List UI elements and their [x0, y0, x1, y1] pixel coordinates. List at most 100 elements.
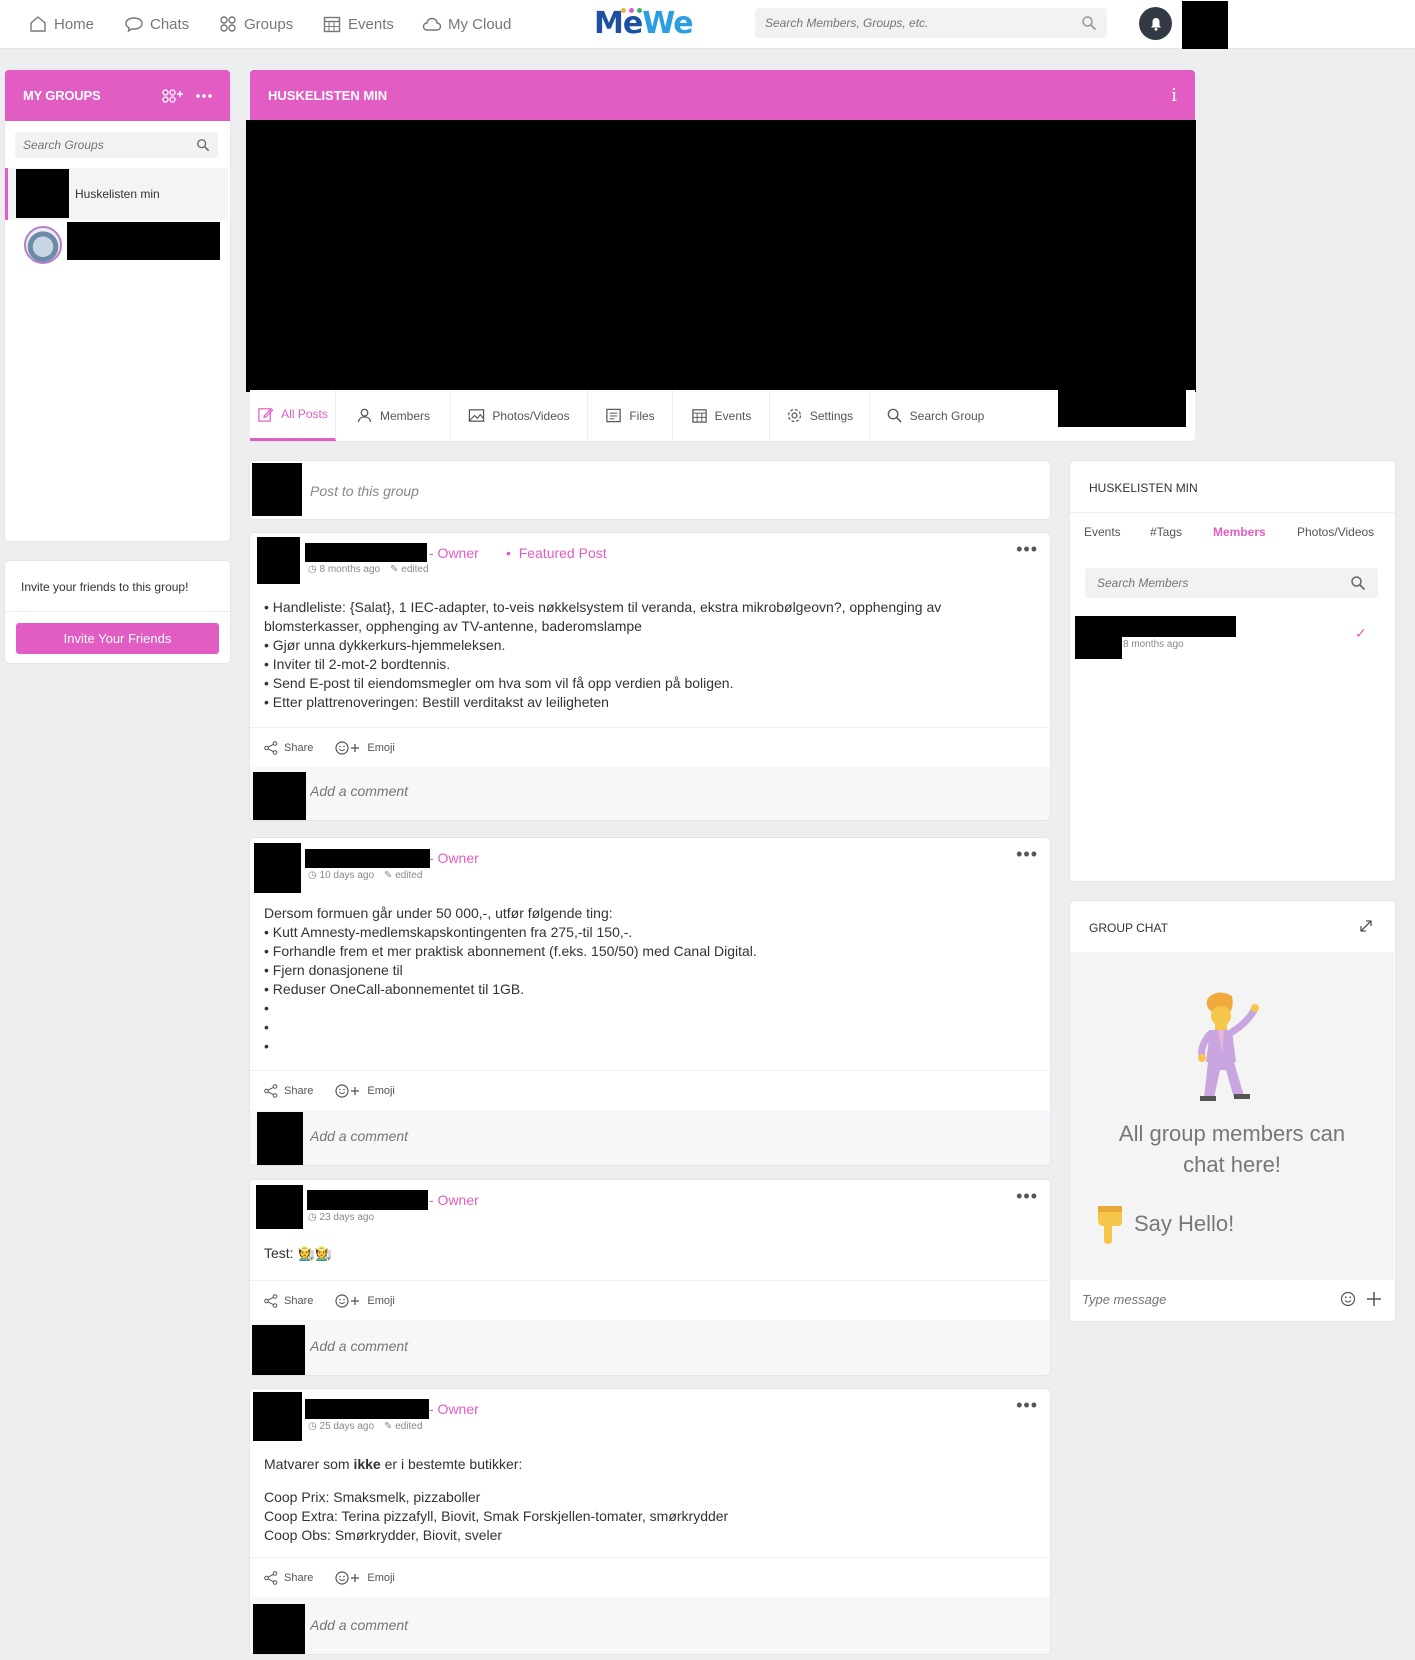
add-emoji-icon	[335, 1293, 360, 1308]
post-author-name[interactable]	[305, 1399, 429, 1419]
share-button[interactable]: Share	[264, 1293, 313, 1308]
notifications-button[interactable]	[1139, 7, 1172, 40]
rp-tab-tags[interactable]: #Tags	[1150, 525, 1182, 539]
emoji-button[interactable]: Emoji	[335, 740, 395, 755]
post-line: Coop Obs: Smørkrydder, Biovit, sveler	[264, 1527, 503, 1543]
tab-settings[interactable]: Settings	[770, 390, 870, 441]
image-icon	[469, 409, 485, 422]
chat-area: All group members can chat here! Say Hel…	[1070, 952, 1394, 1280]
expand-icon[interactable]	[1359, 919, 1373, 933]
share-label: Share	[284, 1084, 314, 1097]
post-time-label: 8 months ago	[319, 564, 381, 575]
nav-home[interactable]: Home	[28, 12, 94, 36]
add-emoji-icon	[335, 1570, 360, 1585]
user-avatar[interactable]	[1182, 1, 1228, 49]
post-author-avatar[interactable]	[256, 1185, 303, 1229]
comment-input[interactable]	[310, 783, 1010, 799]
emoji-icon[interactable]	[1340, 1291, 1356, 1307]
post-author-name[interactable]	[307, 1190, 428, 1210]
mewe-logo[interactable]: MeWe	[594, 6, 694, 41]
comment-input[interactable]	[310, 1128, 1010, 1144]
tab-search-group[interactable]: Search Group	[870, 390, 1000, 441]
tab-members[interactable]: Members	[336, 390, 451, 441]
group-info-title: HUSKELISTEN MIN	[1089, 481, 1198, 495]
rp-tab-events[interactable]: Events	[1084, 525, 1121, 539]
post-author-avatar[interactable]	[253, 1392, 302, 1441]
comment-avatar	[257, 1112, 303, 1165]
share-button[interactable]: Share	[264, 1083, 314, 1098]
post-meta: ◷ 25 days ago ✎ edited	[308, 1421, 422, 1432]
share-button[interactable]: Share	[264, 1570, 313, 1585]
post-card: - Owner ◷ 10 days ago ✎ edited ••• Derso…	[250, 838, 1050, 1165]
emoji-button[interactable]: Emoji	[335, 1293, 395, 1308]
emoji-button[interactable]: Emoji	[335, 1083, 395, 1098]
post-meta: ◷ 8 months ago ✎ edited	[308, 564, 429, 575]
tab-events[interactable]: Events	[673, 390, 770, 441]
nav-chats-label: Chats	[150, 15, 190, 33]
tab-all-posts[interactable]: All Posts	[250, 390, 336, 441]
post-body: Dersom formuen går under 50 000,-, utfør…	[264, 904, 757, 1056]
tab-photos-videos[interactable]: Photos/Videos	[451, 390, 588, 441]
post-author-role: - Owner	[429, 1192, 479, 1208]
search-icon[interactable]	[1350, 575, 1366, 591]
post-line: • Reduser OneCall-abonnementet til 1GB.	[264, 981, 525, 997]
post-intro-bold: ikke	[353, 1456, 381, 1472]
post-options-icon[interactable]: •••	[1016, 539, 1038, 560]
post-author-name[interactable]	[305, 543, 427, 562]
search-groups-input[interactable]	[23, 138, 196, 152]
post-meta: ◷ 10 days ago ✎ edited	[308, 870, 422, 881]
post-time-label: 25 days ago	[319, 1421, 375, 1432]
rp-tab-photos-videos[interactable]: Photos/Videos	[1297, 525, 1374, 539]
chat-empty-line2: chat here!	[1183, 1152, 1281, 1177]
dancing-person-illustration	[1198, 992, 1259, 1101]
nav-my-cloud[interactable]: My Cloud	[422, 12, 511, 36]
group-tabs: All Posts Members Photos/Videos Files Ev…	[250, 390, 1195, 441]
group-title: HUSKELISTEN MIN	[268, 87, 388, 103]
nav-chats[interactable]: Chats	[124, 12, 189, 36]
search-icon[interactable]	[196, 138, 210, 152]
post-meta: ◷ 23 days ago	[308, 1212, 374, 1223]
plus-icon[interactable]	[1366, 1291, 1382, 1307]
share-label: Share	[284, 741, 314, 754]
add-group-icon[interactable]	[162, 88, 184, 103]
post-composer[interactable]: Post to this group	[250, 461, 1050, 519]
post-author-avatar[interactable]	[257, 537, 300, 584]
invite-friends-button[interactable]: Invite Your Friends	[16, 623, 219, 654]
comment-input[interactable]	[310, 1617, 1010, 1633]
comment-row	[250, 767, 1050, 820]
post-author-avatar[interactable]	[254, 843, 301, 893]
redacted-join-button[interactable]	[1058, 390, 1186, 427]
post-line: blomsterkasser, opphenging av TV-antenne…	[264, 618, 642, 634]
more-options-icon[interactable]	[196, 93, 212, 98]
post-line: • Forhandle frem et mer praktisk abonnem…	[264, 943, 757, 959]
rp-tab-members[interactable]: Members	[1213, 525, 1266, 539]
group-avatar-photo	[24, 226, 62, 264]
global-search-bar	[755, 8, 1107, 38]
post-author-name[interactable]	[305, 849, 430, 868]
nav-groups[interactable]: Groups	[218, 12, 293, 36]
post-options-icon[interactable]: •••	[1016, 1186, 1038, 1207]
post-options-icon[interactable]: •••	[1016, 1395, 1038, 1416]
group-item-huskelisten[interactable]: Huskelisten min	[5, 168, 228, 220]
share-button[interactable]: Share	[264, 740, 314, 755]
post-card: - Owner ◷ 23 days ago ••• Test: 🧑‍🌾🧑‍🌾 S…	[250, 1180, 1050, 1375]
member-row[interactable]: 8 months ago ✓	[1075, 616, 1390, 660]
search-icon[interactable]	[1081, 15, 1097, 31]
my-groups-panel: MY GROUPS Huskelisten min	[5, 70, 230, 541]
global-search-input[interactable]	[765, 16, 1081, 30]
post-options-icon[interactable]: •••	[1016, 844, 1038, 865]
post-line: • Kutt Amnesty-medlemskapskontingenten f…	[264, 924, 633, 940]
info-icon[interactable]: ⅰ	[1171, 85, 1177, 106]
search-members-input[interactable]	[1097, 576, 1350, 590]
nav-events[interactable]: Events	[322, 12, 394, 36]
chat-message-input[interactable]	[1082, 1291, 1340, 1307]
comment-input[interactable]	[310, 1338, 1010, 1354]
emoji-button[interactable]: Emoji	[335, 1570, 395, 1585]
divider	[5, 611, 230, 612]
nav-groups-label: Groups	[244, 15, 294, 33]
tab-files[interactable]: Files	[588, 390, 673, 441]
post-actions: Share Emoji	[250, 1070, 1050, 1110]
invite-panel: Invite your friends to this group! Invit…	[5, 561, 230, 663]
say-hello-button[interactable]: Say Hello!	[1092, 1204, 1234, 1244]
group-item-2[interactable]	[5, 222, 228, 274]
